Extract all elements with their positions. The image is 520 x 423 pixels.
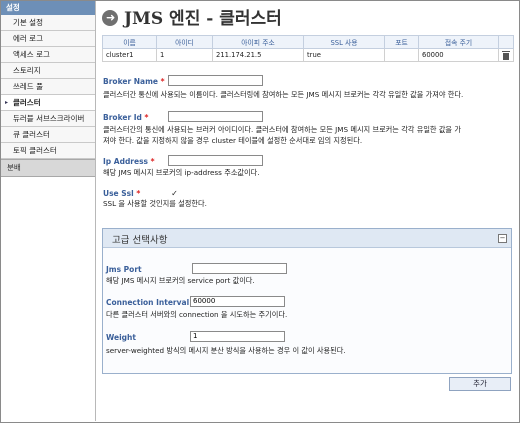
use-ssl-desc: SSL 을 사용할 것인지를 설정한다.	[103, 199, 207, 208]
advanced-panel-title: 고급 선택사항	[112, 235, 168, 246]
table-row[interactable]: cluster1 1 211.174.21.5 true 60000	[102, 48, 514, 62]
jms-port-input[interactable]	[192, 263, 287, 274]
trash-icon[interactable]	[502, 50, 510, 60]
arrow-right-circle-icon: ➜	[102, 10, 118, 26]
sidebar-item-label: 기본 설정	[13, 18, 43, 27]
column-header-ssl[interactable]: SSL 사용	[303, 35, 385, 49]
sidebar-item-access-log[interactable]: 액세스 로그	[1, 47, 95, 63]
sidebar-item-topic-cluster[interactable]: 토픽 클러스터	[1, 143, 95, 159]
sidebar: 설정 기본 설정 에러 로그 액세스 로그 스토리지 쓰레드 풀 ▸ 클러스터 듀…	[1, 1, 96, 421]
connection-interval-input[interactable]	[190, 296, 285, 307]
use-ssl-label: Use Ssl *	[103, 189, 141, 198]
cell-name: cluster1	[102, 48, 157, 62]
required-marker: *	[136, 189, 141, 198]
jms-port-label: Jms Port	[106, 265, 142, 274]
ip-address-label: Ip Address *	[103, 157, 155, 166]
sidebar-item-cluster[interactable]: ▸ 클러스터	[1, 95, 95, 111]
sidebar-item-label: 큐 클러스터	[13, 130, 50, 139]
advanced-panel-header[interactable]: 고급 선택사항 −	[103, 229, 511, 248]
required-marker: *	[160, 77, 165, 86]
ip-address-input[interactable]	[168, 155, 263, 166]
sidebar-item-label: 듀러블 서브스크라이버	[13, 114, 85, 123]
broker-name-input[interactable]	[168, 75, 263, 86]
connection-interval-label: Connection Interval	[106, 298, 190, 307]
collapse-icon[interactable]: −	[498, 234, 507, 243]
sidebar-item-queue-cluster[interactable]: 큐 클러스터	[1, 127, 95, 143]
broker-name-label: Broker Name *	[103, 77, 165, 86]
broker-id-label: Broker Id *	[103, 113, 149, 122]
sidebar-item-label: 스토리지	[13, 66, 41, 75]
broker-id-input[interactable]	[168, 111, 263, 122]
cell-port	[384, 48, 419, 62]
jms-port-desc: 해당 JMS 메시지 브로커의 service port 값이다.	[106, 276, 255, 285]
broker-id-desc-line2: 져야 한다. 값을 지정하지 않을 경우 cluster 테이블에 설정한 순서…	[103, 136, 363, 145]
sidebar-item-label: 클러스터	[13, 98, 41, 107]
sidebar-item-label: 액세스 로그	[13, 50, 50, 59]
sidebar-item-thread-pool[interactable]: 쓰레드 풀	[1, 79, 95, 95]
cell-actions	[498, 48, 514, 62]
sidebar-item-durable-subscriber[interactable]: 듀러블 서브스크라이버	[1, 111, 95, 127]
column-header-port[interactable]: 포트	[384, 35, 419, 49]
page-title: JMS 엔진 - 클러스터	[124, 9, 282, 29]
active-marker-icon: ▸	[5, 99, 9, 106]
cell-interval: 60000	[418, 48, 499, 62]
cluster-table: 이름 아이디 아이피 주소 SSL 사용 포트 접속 주기 cluster1 1…	[102, 35, 514, 62]
weight-input[interactable]	[190, 331, 285, 342]
main-content: ➜ JMS 엔진 - 클러스터 이름 아이디 아이피 주소 SSL 사용 포트 …	[96, 0, 519, 423]
connection-interval-desc: 다른 클러스터 서버와의 connection 을 시도하는 주기이다.	[106, 310, 288, 319]
sidebar-item-storage[interactable]: 스토리지	[1, 63, 95, 79]
cell-id: 1	[156, 48, 213, 62]
weight-desc: server-weighted 방식의 메시지 분산 방식을 사용하는 경우 이…	[106, 346, 346, 355]
column-header-interval[interactable]: 접속 주기	[418, 35, 499, 49]
sidebar-item-basic-settings[interactable]: 기본 설정	[1, 15, 95, 31]
sidebar-item-label: 에러 로그	[13, 34, 43, 43]
sidebar-item-label: 토픽 클러스터	[13, 146, 57, 155]
broker-id-desc-line1: 클러스터간의 통신에 사용되는 브러커 아이디이다. 클러스터에 참여하는 모든…	[103, 125, 461, 134]
table-header-row: 이름 아이디 아이피 주소 SSL 사용 포트 접속 주기	[102, 35, 514, 49]
sidebar-item-label: 쓰레드 풀	[13, 82, 43, 91]
column-header-ip[interactable]: 아이피 주소	[212, 35, 304, 49]
add-button[interactable]: 추가	[449, 377, 511, 391]
cell-ip: 211.174.21.5	[212, 48, 304, 62]
cell-ssl: true	[303, 48, 385, 62]
column-header-actions	[498, 35, 514, 49]
ip-address-desc: 해당 JMS 메시지 브로커의 ip-address 주소값이다.	[103, 168, 260, 177]
sidebar-header: 설정	[1, 1, 95, 15]
broker-name-desc: 클러스터간 통신에 사용되는 이름이다. 클러스터링에 참여하는 모든 JMS …	[103, 90, 464, 99]
column-header-id[interactable]: 아이디	[156, 35, 213, 49]
sidebar-section-distribution[interactable]: 분배	[1, 159, 95, 177]
weight-label: Weight	[106, 333, 136, 342]
required-marker: *	[144, 113, 149, 122]
sidebar-item-error-log[interactable]: 에러 로그	[1, 31, 95, 47]
required-marker: *	[150, 157, 155, 166]
use-ssl-checkbox[interactable]: ✓	[170, 189, 179, 198]
column-header-name[interactable]: 이름	[102, 35, 157, 49]
